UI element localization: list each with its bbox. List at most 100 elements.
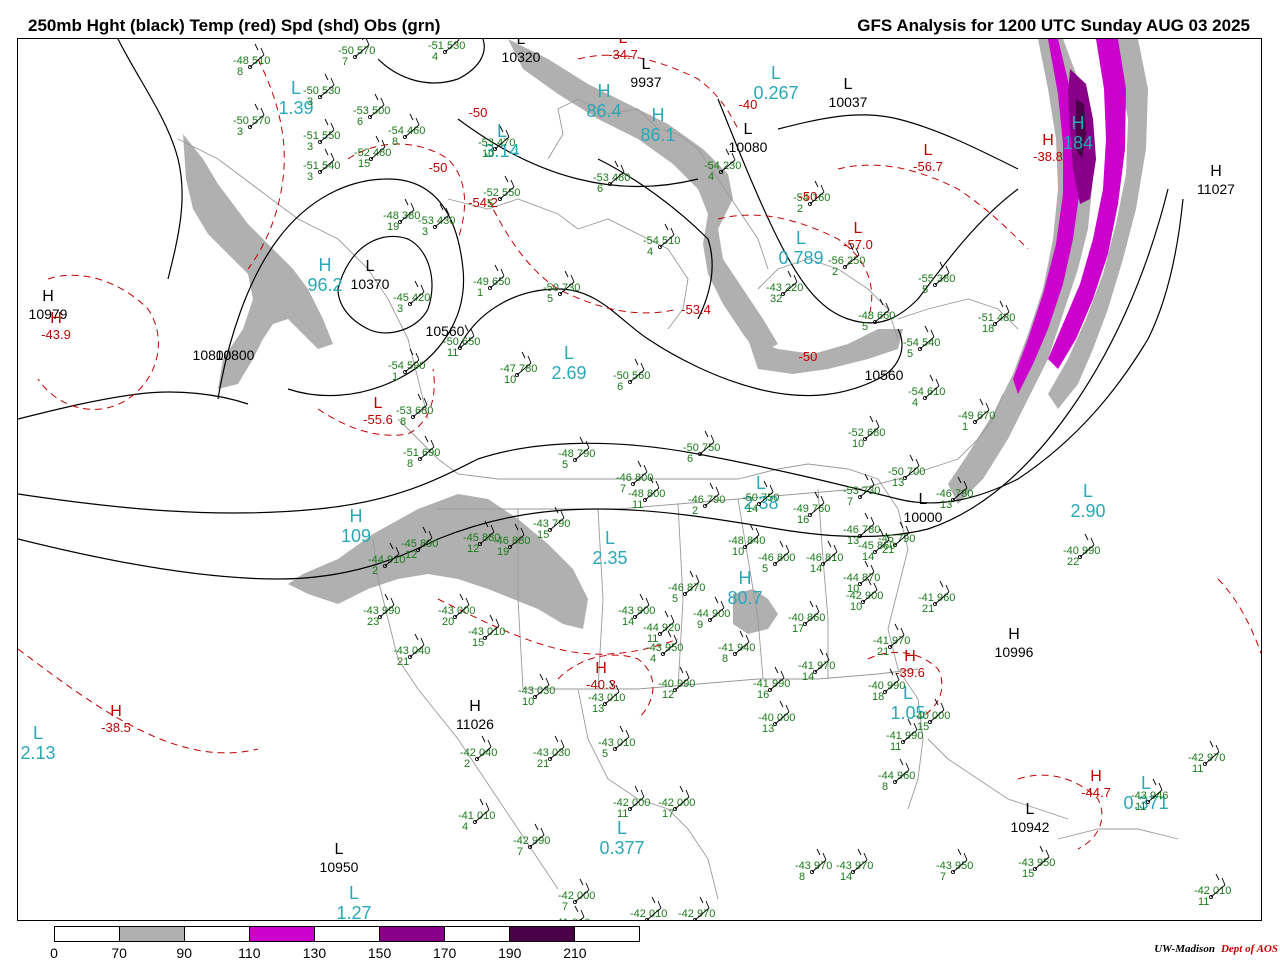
obs-dewpoint-depression: 6 xyxy=(687,453,693,465)
station-obs: -54 5901 xyxy=(388,348,425,383)
speed-center-value: 86.4 xyxy=(586,101,621,121)
obs-dewpoint-depression: 14 xyxy=(802,671,814,683)
height-contour-label: 10800 xyxy=(193,347,232,363)
temp-center-value: -44.7 xyxy=(1081,785,1111,800)
speed-center-letter: L xyxy=(564,343,574,363)
speed-center-value: 0.377 xyxy=(599,838,644,858)
obs-dewpoint-depression: 11 xyxy=(1192,763,1203,775)
station-obs: -41 9408 xyxy=(718,630,755,665)
station-obs: -51 5403 xyxy=(303,148,340,183)
speed-center-value: 2.90 xyxy=(1070,501,1105,521)
station-obs: -51 48018 xyxy=(978,300,1015,335)
speed-center-letter: H xyxy=(319,255,332,275)
obs-dewpoint-depression: 23 xyxy=(367,616,379,628)
station-obs: -50 5303 xyxy=(303,73,340,108)
obs-dewpoint-depression: 8 xyxy=(407,458,413,470)
temp-center-value: -57.0 xyxy=(843,237,873,252)
speed-center-value: 96.2 xyxy=(307,275,342,295)
obs-dewpoint-depression: 4 xyxy=(650,653,656,665)
obs-dewpoint-depression: 13 xyxy=(592,703,604,715)
obs-dewpoint-depression: 22 xyxy=(1067,556,1079,568)
speed-center-letter: L xyxy=(33,723,43,743)
height-center-value: 10320 xyxy=(502,49,541,65)
obs-dewpoint-depression: 5 xyxy=(922,284,928,296)
height-center-letter: L xyxy=(335,841,344,858)
obs-dewpoint-depression: 4 xyxy=(462,821,468,833)
station-obs: -42 01011 xyxy=(1194,873,1231,908)
height-center-value: 10080 xyxy=(729,139,768,155)
obs-dewpoint-depression: 8 xyxy=(882,781,888,793)
station-obs: -40 99022 xyxy=(1063,533,1100,568)
obs-dewpoint-depression: 7 xyxy=(847,496,853,508)
obs-dewpoint-depression: 21 xyxy=(877,646,889,658)
colorbar-tick: 190 xyxy=(498,945,522,961)
credit-line: UW-Madison Dept of AOS xyxy=(1154,943,1278,955)
height-center-value: 10979 xyxy=(29,306,68,322)
obs-dewpoint-depression: 1 xyxy=(477,287,483,299)
obs-dewpoint-depression: 13 xyxy=(762,723,774,735)
obs-dewpoint-depression: 4 xyxy=(647,246,653,258)
station-obs: -48 38019 xyxy=(383,198,420,233)
station-obs: -48 6605 xyxy=(858,298,895,333)
height-center-letter: H xyxy=(469,698,481,715)
temp-center-letter: H xyxy=(110,703,122,720)
weather-map: H 10979 L 10370 L 10320 L 9937 L 10037 L 10080 L 1000… xyxy=(17,38,1262,921)
station-obs: -43 9708 xyxy=(795,848,832,883)
obs-dewpoint-depression: 11 xyxy=(447,347,458,359)
height-center-letter: L xyxy=(517,39,526,48)
height-center-letter: H xyxy=(42,288,54,305)
obs-dewpoint-depression: 2 xyxy=(372,565,378,577)
height-center-value: 10037 xyxy=(829,94,868,110)
station-obs: -51 5503 xyxy=(303,118,340,153)
obs-dewpoint-depression: 2 xyxy=(692,505,698,517)
obs-dewpoint-depression: 17 xyxy=(792,623,804,635)
station-obs: -48 7905 xyxy=(558,436,595,471)
height-center-value: 10942 xyxy=(1011,819,1050,835)
height-center-value: 10950 xyxy=(320,859,359,875)
obs-dewpoint-depression: 19 xyxy=(387,221,399,233)
speed-center-letter: L xyxy=(605,528,615,548)
station-obs: -53 6808 xyxy=(396,393,433,428)
speed-center-value: 2.35 xyxy=(592,548,627,568)
station-obs: -50 7305 xyxy=(543,270,580,305)
obs-dewpoint-depression: 4 xyxy=(708,171,714,183)
station-obs: -42 0007 xyxy=(558,878,595,913)
station-obs: -40 00013 xyxy=(758,700,795,735)
station-obs: -45 4203 xyxy=(393,280,430,315)
temp-center-value: -43.9 xyxy=(41,327,71,342)
obs-dewpoint-depression: 11 xyxy=(1198,896,1209,908)
obs-dewpoint-depression: 5 xyxy=(762,563,768,575)
temp-center-letter: L xyxy=(619,39,628,47)
temp-center-value: -39.6 xyxy=(895,665,925,680)
colorbar-ticks: 0 70 90 110 130 150 170 190 210 xyxy=(50,945,640,961)
obs-dewpoint-depression: 2 xyxy=(832,266,838,278)
station-obs: -46 8705 xyxy=(668,570,705,605)
obs-dewpoint-depression: 21 xyxy=(922,603,934,615)
obs-dewpoint-depression: 15 xyxy=(537,529,549,541)
speed-center-value: 80.7 xyxy=(727,588,762,608)
obs-dewpoint-depression: 5 xyxy=(487,198,493,210)
station-obs: -42 010 xyxy=(630,896,667,920)
temp-center-letter: H xyxy=(1042,132,1054,149)
speed-center-letter: H xyxy=(1072,113,1085,133)
geographic-borders xyxy=(177,98,1179,900)
speed-center-value: 0.789 xyxy=(778,248,823,268)
station-obs: -54 5104 xyxy=(643,223,680,258)
speed-center-value: 184 xyxy=(1063,133,1093,153)
obs-dewpoint-depression: 10 xyxy=(852,438,864,450)
station-obs: -43 00020 xyxy=(438,593,475,628)
station-obs: -43 0105 xyxy=(598,725,635,760)
obs-dewpoint-depression: 15 xyxy=(472,637,484,649)
speed-center-letter: H xyxy=(652,105,665,125)
obs-dewpoint-depression: 11 xyxy=(1135,801,1146,813)
obs-dewpoint-depression: 4 xyxy=(912,397,918,409)
colorbar-tick: 90 xyxy=(176,945,193,961)
obs-dewpoint-depression: 6 xyxy=(357,116,363,128)
obs-dewpoint-depression: 4 xyxy=(432,51,438,63)
height-center-letter: L xyxy=(744,121,753,138)
speed-center-value: 2.69 xyxy=(551,363,586,383)
obs-dewpoint-depression: 5 xyxy=(562,459,568,471)
obs-dewpoint-depression: 3 xyxy=(307,171,313,183)
obs-dewpoint-depression: 2 xyxy=(797,203,803,215)
station-obs: -42 0402 xyxy=(460,735,497,770)
